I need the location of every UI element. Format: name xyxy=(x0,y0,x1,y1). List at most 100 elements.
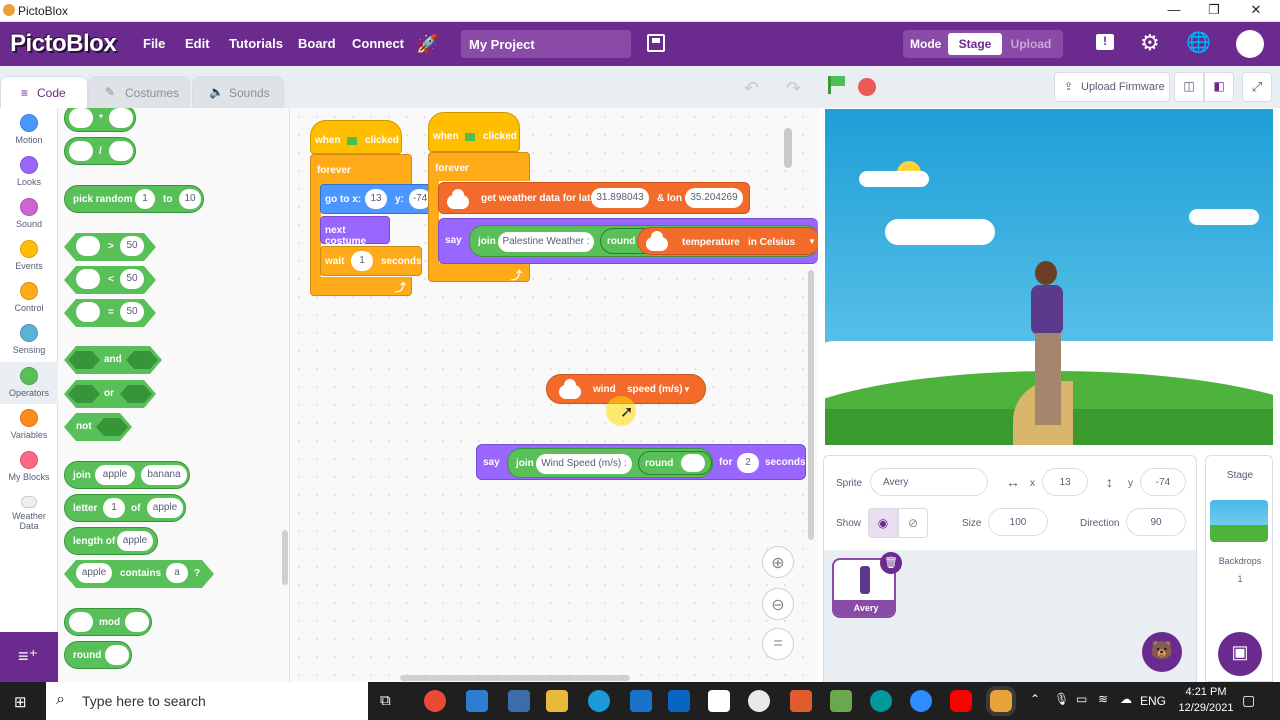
green-flag-button[interactable] xyxy=(828,76,848,94)
vscode-icon[interactable] xyxy=(466,690,488,712)
bool-slot[interactable] xyxy=(126,351,158,369)
block-pick-random[interactable]: pick random 1 to 10 xyxy=(64,185,204,213)
go-to-xy-block[interactable]: go to x: 13 y: -74 xyxy=(320,184,432,214)
mail-icon[interactable] xyxy=(668,690,690,712)
task-view-icon[interactable]: ⧉ xyxy=(380,692,391,709)
input-slot[interactable]: 50 xyxy=(120,269,144,289)
zoom-reset-button[interactable]: = xyxy=(762,628,794,660)
direction-input[interactable]: 90 xyxy=(1126,508,1186,536)
input-slot[interactable]: banana xyxy=(141,465,187,485)
block-mod[interactable]: mod xyxy=(64,608,152,636)
close-icon[interactable]: ✕ xyxy=(1246,2,1266,18)
say-block[interactable]: say join Palestine Weather : round temper… xyxy=(438,218,818,264)
block-letter-of[interactable]: letter 1 of apple xyxy=(64,494,186,522)
microphone-icon[interactable]: 🎙 xyxy=(1054,692,1069,706)
language-globe-icon[interactable]: 🌐 xyxy=(1186,30,1211,55)
large-stage-button[interactable]: ◧ xyxy=(1204,72,1234,102)
input-slot[interactable] xyxy=(109,141,133,161)
tab-costumes[interactable]: ✎ Costumes xyxy=(88,76,190,108)
join-block[interactable]: join Palestine Weather : round temperatur… xyxy=(469,225,818,257)
join-block[interactable]: join Wind Speed (m/s) : round xyxy=(507,448,713,478)
chrome-icon[interactable] xyxy=(424,690,446,712)
input-slot[interactable]: 1 xyxy=(135,189,155,209)
seconds-input[interactable]: 2 xyxy=(737,453,759,473)
category-sound[interactable]: Sound xyxy=(0,198,58,229)
input-slot[interactable] xyxy=(69,108,93,128)
workspace-scrollbar-horizontal[interactable] xyxy=(400,675,630,681)
hide-eye-slash-icon[interactable]: ⊘ xyxy=(898,508,928,538)
input-slot[interactable] xyxy=(109,108,133,128)
redo-icon[interactable]: ↷ xyxy=(786,78,801,99)
zoom-in-button[interactable]: ⊕ xyxy=(762,546,794,578)
say-for-seconds-block[interactable]: say join Wind Speed (m/s) : round for 2 sec… xyxy=(476,444,806,480)
battery-icon[interactable]: ▭ xyxy=(1076,692,1087,706)
upload-firmware-button[interactable]: ⇪ Upload Firmware xyxy=(1054,72,1170,102)
input-slot[interactable] xyxy=(105,645,129,665)
input-slot[interactable]: 50 xyxy=(120,302,144,322)
zoom-app-icon[interactable] xyxy=(910,690,932,712)
input-slot[interactable] xyxy=(69,141,93,161)
mode-upload-button[interactable]: Upload xyxy=(1003,33,1059,55)
minimize-icon[interactable]: — xyxy=(1164,2,1184,17)
join-text-input[interactable]: Wind Speed (m/s) : xyxy=(536,454,632,474)
block-not[interactable]: not xyxy=(64,413,132,441)
input-slot[interactable] xyxy=(76,236,100,256)
input-slot[interactable]: apple xyxy=(117,531,153,551)
fullscreen-icon[interactable]: ⤢ xyxy=(1242,72,1272,102)
menu-file[interactable]: File xyxy=(143,36,165,51)
category-weather-data[interactable]: Weather Data xyxy=(0,496,58,531)
block-greater-than[interactable]: >50 xyxy=(64,233,156,261)
undo-icon[interactable]: ↶ xyxy=(744,78,759,99)
block-contains[interactable]: apple contains a? xyxy=(64,560,214,588)
menu-edit[interactable]: Edit xyxy=(185,36,210,51)
tab-sounds[interactable]: 🔈 Sounds xyxy=(192,76,284,108)
wifi-icon[interactable]: ≋ xyxy=(1098,692,1108,706)
app-icon-white[interactable] xyxy=(708,690,730,712)
x-position-input[interactable]: 13 xyxy=(1042,468,1088,496)
when-flag-clicked-block-2[interactable]: when clicked xyxy=(428,112,520,152)
block-length-of[interactable]: length of apple xyxy=(64,527,158,555)
palette-scrollbar[interactable] xyxy=(282,530,288,585)
category-my-blocks[interactable]: My Blocks xyxy=(0,451,58,482)
block-divide[interactable]: / xyxy=(64,137,136,165)
word-icon[interactable] xyxy=(630,690,652,712)
stage-canvas[interactable] xyxy=(825,109,1273,445)
next-costume-block[interactable]: next costume xyxy=(320,216,390,247)
input-slot[interactable] xyxy=(76,302,100,322)
input-slot[interactable]: 10 xyxy=(179,189,201,209)
youtube-icon[interactable] xyxy=(950,690,972,712)
size-input[interactable]: 100 xyxy=(988,508,1048,536)
input-slot[interactable] xyxy=(125,612,149,632)
language-indicator[interactable]: ENG xyxy=(1140,694,1166,708)
stop-button[interactable] xyxy=(858,78,876,96)
notification-icon[interactable]: ▢ xyxy=(1242,692,1255,709)
add-backdrop-button[interactable]: ▣ xyxy=(1218,632,1262,676)
block-equals[interactable]: = 50 xyxy=(64,299,156,327)
file-explorer-icon[interactable] xyxy=(546,690,568,712)
mode-stage-button[interactable]: Stage xyxy=(948,33,1002,55)
temperature-reporter[interactable]: temperature in Celsius ▼ xyxy=(637,227,818,255)
clock-date[interactable]: 12/29/2021 xyxy=(1170,702,1242,714)
x-input[interactable]: 13 xyxy=(365,189,387,209)
save-icon[interactable] xyxy=(647,34,665,52)
block-join[interactable]: join apple banana xyxy=(64,461,190,489)
input-slot[interactable]: 50 xyxy=(120,236,144,256)
input-slot[interactable] xyxy=(681,454,705,472)
rocket-icon[interactable]: 🚀 xyxy=(416,34,438,55)
delete-sprite-icon[interactable]: 🗑 xyxy=(880,552,902,574)
unit-dropdown[interactable]: in Celsius xyxy=(748,237,795,248)
latitude-input[interactable]: 31.898043 xyxy=(591,188,649,208)
arduino-icon[interactable] xyxy=(870,690,892,712)
category-motion[interactable]: Motion xyxy=(0,114,58,145)
block-round[interactable]: round xyxy=(64,641,132,669)
zoom-out-button[interactable]: ⊖ xyxy=(762,588,794,620)
app-icon-blue[interactable] xyxy=(508,690,530,712)
block-less-than[interactable]: <50 xyxy=(64,266,156,294)
input-slot[interactable]: a xyxy=(166,563,188,583)
menu-tutorials[interactable]: Tutorials xyxy=(229,36,283,51)
backdrop-thumbnail[interactable] xyxy=(1210,500,1268,542)
input-slot[interactable]: apple xyxy=(95,465,135,485)
category-variables[interactable]: Variables xyxy=(0,409,58,440)
block-multiply[interactable]: * xyxy=(64,108,136,132)
bool-slot[interactable] xyxy=(68,351,100,369)
